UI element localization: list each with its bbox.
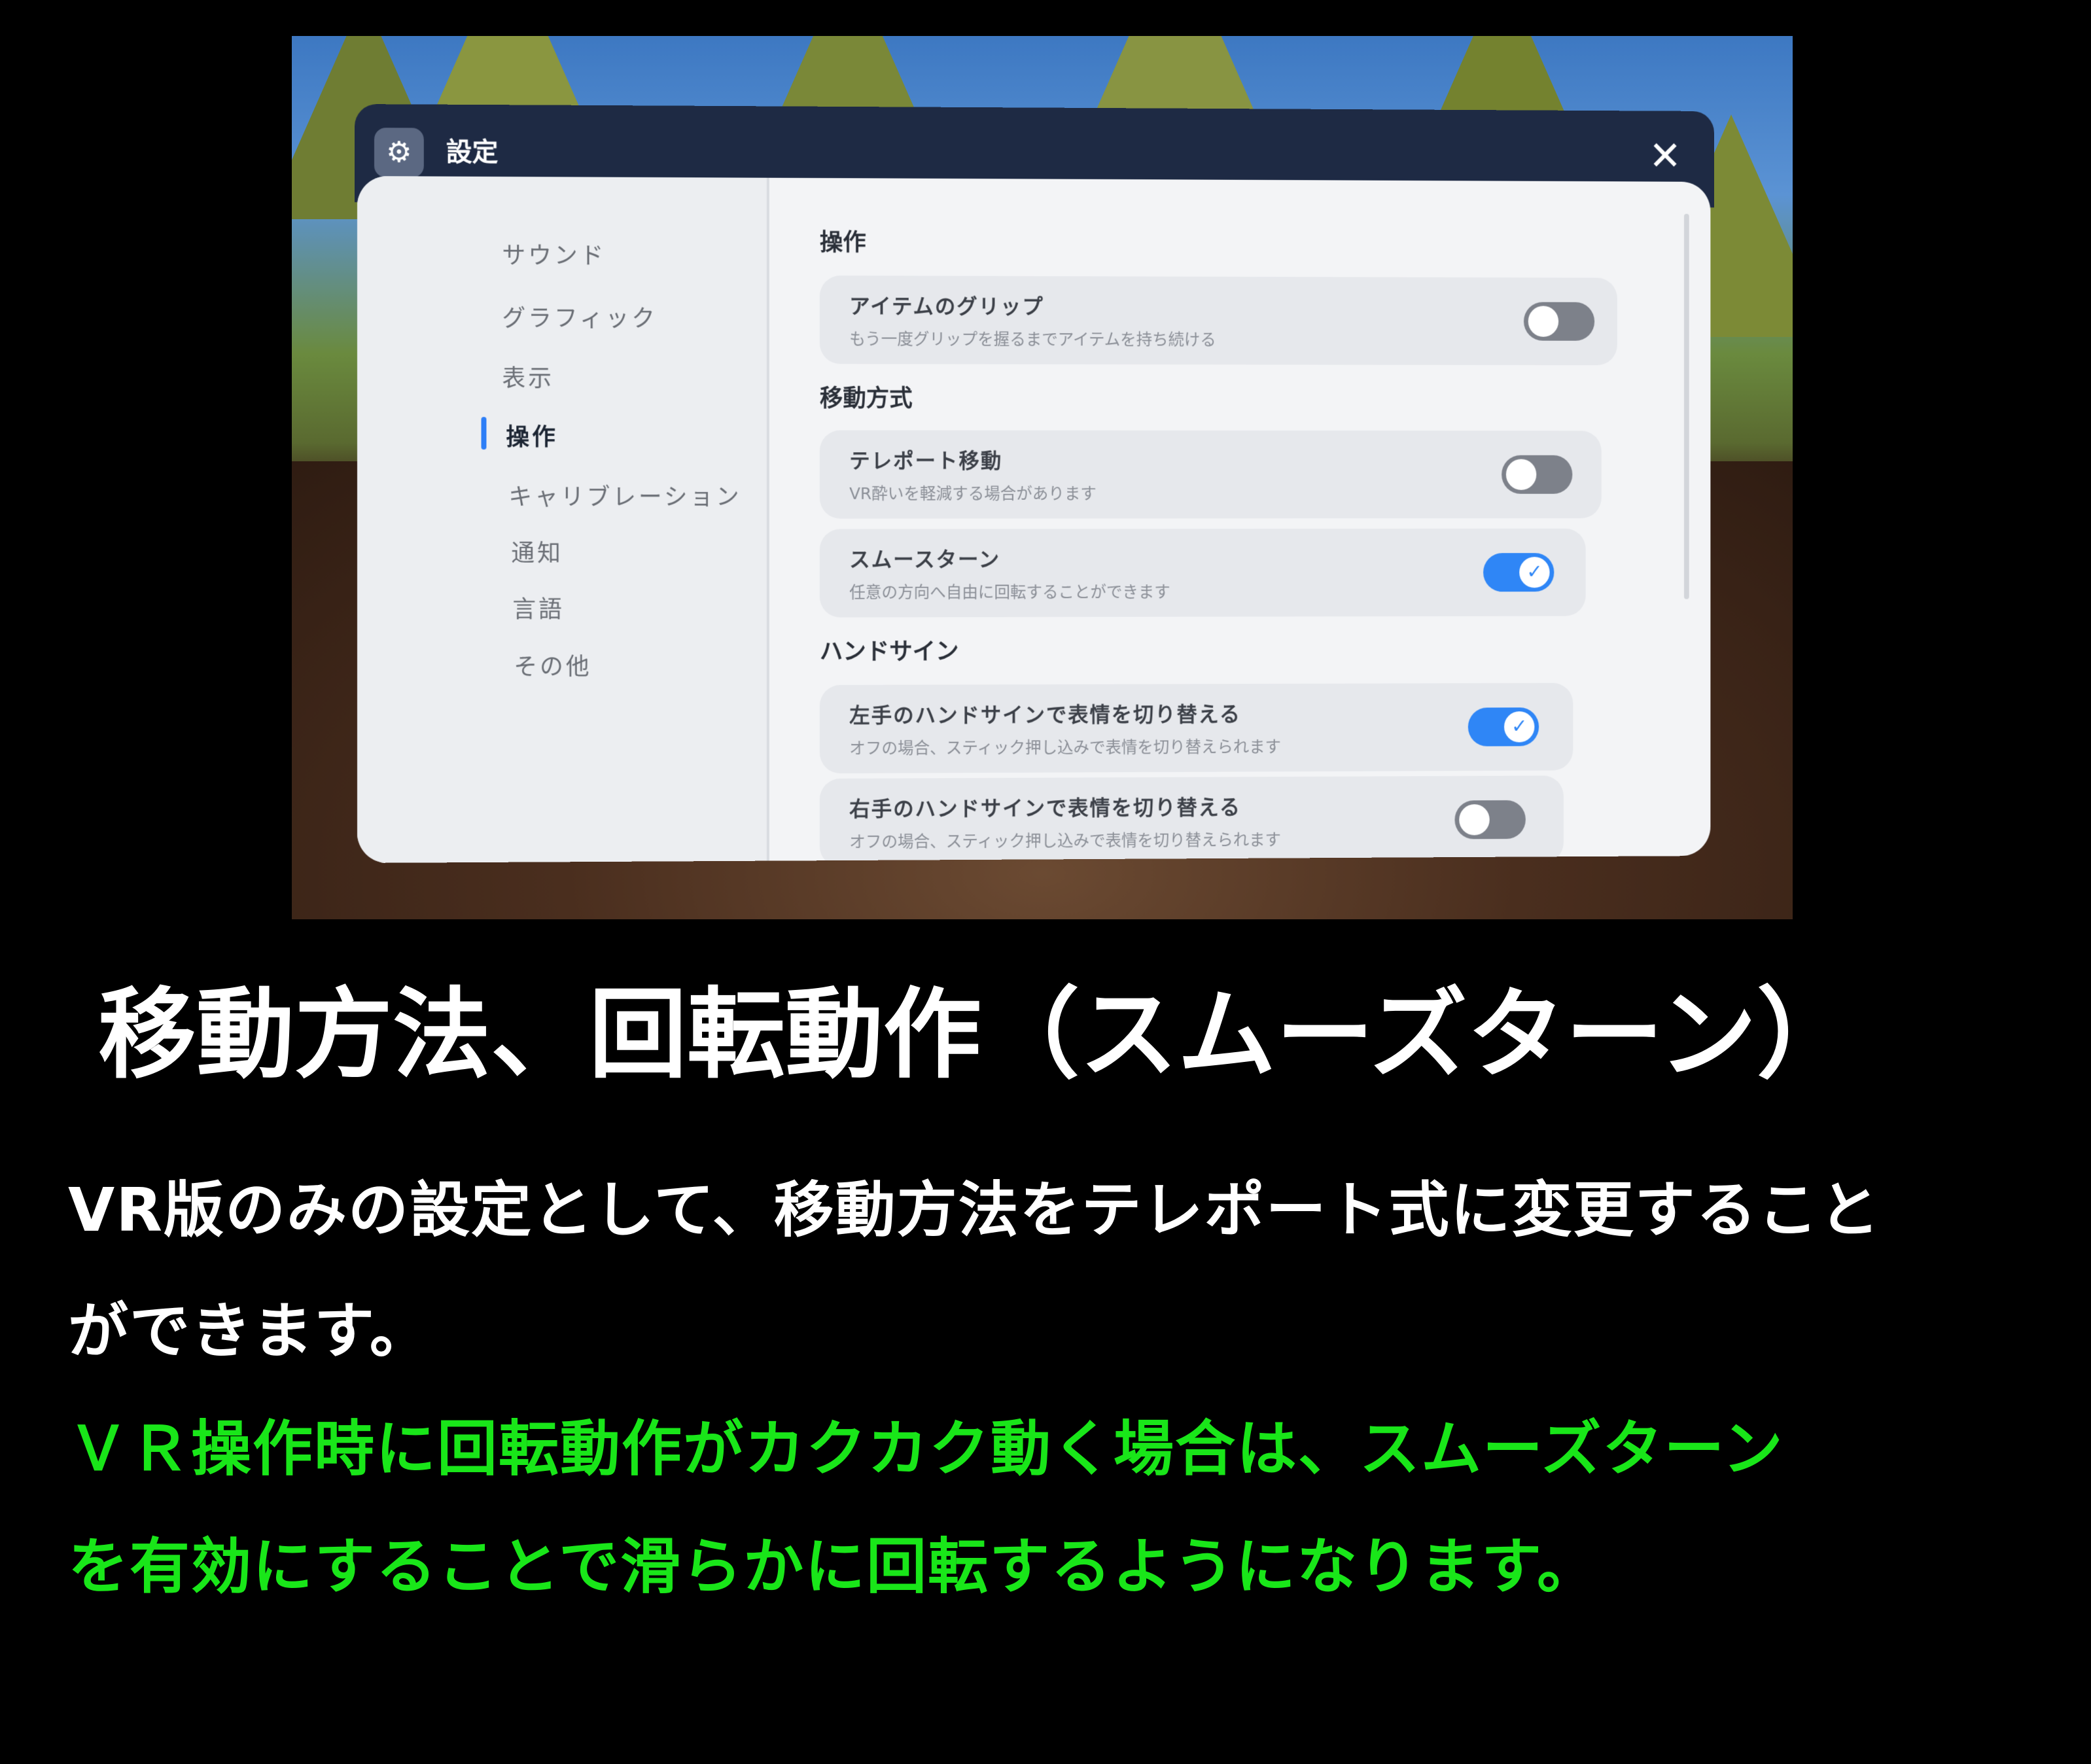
sidebar-item-display[interactable]: 表示	[502, 359, 554, 393]
check-icon: ✓	[1519, 557, 1550, 588]
setting-item-smooth-turn: スムースターン 任意の方向へ自由に回転することができます ✓	[819, 528, 1586, 618]
setting-description: VR酔いを軽減する場合があります	[849, 484, 1097, 503]
toggle-knob	[1528, 306, 1559, 337]
vr-screenshot: ⚙ 設定 ✕ サウンド グラフィック 表示 操作 キャリブレーション 通知 言語…	[292, 36, 1793, 919]
setting-description: オフの場合、スティック押し込みで表情を切り替えられます	[849, 830, 1281, 852]
setting-title: アイテムのグリップ	[849, 294, 1044, 319]
window-title: 設定	[446, 137, 499, 168]
setting-title: テレポート移動	[849, 448, 1003, 474]
check-icon: ✓	[1503, 711, 1535, 743]
sidebar: サウンド グラフィック 表示 操作 キャリブレーション 通知 言語 その他	[357, 176, 767, 863]
settings-dialog: ⚙ 設定 ✕ サウンド グラフィック 表示 操作 キャリブレーション 通知 言語…	[355, 104, 1715, 863]
left-hand-toggle[interactable]: ✓	[1467, 707, 1539, 747]
sidebar-item-calibration[interactable]: キャリブレーション	[508, 478, 741, 512]
section-heading-hand-sign: ハンドサイン	[819, 638, 959, 666]
scrollbar[interactable]	[1683, 213, 1689, 599]
sidebar-item-controls[interactable]: 操作	[506, 418, 558, 452]
setting-description: もう一度グリップを握るまでアイテムを持ち続ける	[849, 329, 1216, 349]
caption-heading: 移動方法、回転動作（スムーズターン）	[98, 978, 1855, 1092]
sidebar-item-language[interactable]: 言語	[512, 591, 565, 625]
setting-item-grab: アイテムのグリップ もう一度グリップを握るまでアイテムを持ち続ける	[819, 275, 1617, 366]
close-button[interactable]: ✕	[1640, 130, 1691, 182]
toggle-knob	[1459, 804, 1490, 836]
setting-title: 右手のハンドサインで表情を切り替える	[849, 795, 1242, 822]
setting-item-teleport: テレポート移動 VR酔いを軽減する場合があります	[819, 430, 1602, 519]
gear-icon: ⚙	[374, 128, 424, 178]
toggle-knob	[1505, 459, 1537, 490]
active-nav-indicator	[481, 417, 487, 450]
caption-paragraph-2-line-1: ＶＲ操作時に回転動作がカクカク動く場合は、スムーズターン	[68, 1414, 1784, 1484]
right-hand-toggle[interactable]	[1454, 800, 1526, 839]
caption-paragraph-2-line-2: を有効にすることで滑らかに回転するようになります。	[68, 1532, 1598, 1602]
setting-item-right-hand: 右手のハンドサインで表情を切り替える オフの場合、スティック押し込みで表情を切り…	[819, 775, 1564, 863]
caption-paragraph-1-line-2: ができます。	[68, 1296, 431, 1366]
setting-description: オフの場合、スティック押し込みで表情を切り替えられます	[849, 737, 1281, 758]
setting-item-left-hand: 左手のハンドサインで表情を切り替える オフの場合、スティック押し込みで表情を切り…	[819, 682, 1573, 774]
sidebar-item-sound[interactable]: サウンド	[502, 237, 606, 271]
setting-description: 任意の方向へ自由に回転することができます	[849, 582, 1170, 602]
settings-panel: サウンド グラフィック 表示 操作 キャリブレーション 通知 言語 その他 操作…	[357, 176, 1711, 863]
teleport-toggle[interactable]	[1502, 455, 1573, 494]
sidebar-item-graphics[interactable]: グラフィック	[502, 300, 658, 334]
setting-title: スムースターン	[849, 547, 1001, 573]
sidebar-item-other[interactable]: その他	[514, 648, 591, 682]
setting-title: 左手のハンドサインで表情を切り替える	[849, 701, 1242, 728]
section-heading-controls: 操作	[819, 229, 866, 256]
smooth-turn-toggle[interactable]: ✓	[1483, 553, 1555, 592]
grab-toggle[interactable]	[1523, 302, 1595, 341]
caption-paragraph-1-line-1: VR版のみの設定として、移動方法をテレポート式に変更すること	[68, 1175, 1881, 1245]
section-heading-movement: 移動方式	[819, 385, 913, 412]
settings-content: 操作 アイテムのグリップ もう一度グリップを握るまでアイテムを持ち続ける 移動方…	[769, 178, 1711, 863]
sidebar-item-notifications[interactable]: 通知	[511, 535, 563, 569]
